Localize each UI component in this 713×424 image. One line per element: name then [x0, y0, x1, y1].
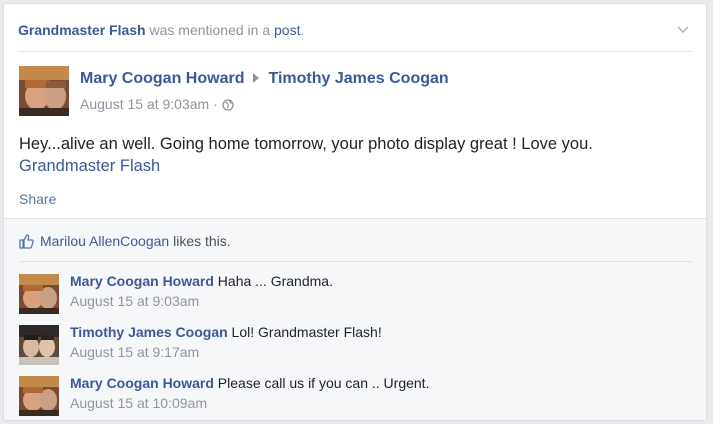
comment-text: Lol! Grandmaster Flash!	[227, 324, 382, 340]
liker-link[interactable]: Marilou AllenCoogan	[40, 233, 169, 249]
meta-dot: ·	[213, 96, 218, 112]
comment-timestamp-link[interactable]: August 15 at 9:17am	[70, 342, 382, 362]
share-link[interactable]: Share	[19, 191, 56, 207]
thumbs-up-icon	[19, 234, 34, 252]
comment-body: Mary Coogan Howard Please call us if you…	[70, 373, 429, 413]
post-author-line: Mary Coogan Howard Timothy James Coogan	[80, 70, 449, 88]
comment-text: Haha ... Grandma.	[213, 273, 333, 289]
commenter-avatar[interactable]	[19, 274, 59, 314]
globe-icon[interactable]	[222, 98, 234, 114]
story-card: Grandmaster Flash was mentioned in a pos…	[3, 3, 707, 421]
post-body: Hey...alive an well. Going home tomorrow…	[19, 133, 691, 177]
comment-text: Please call us if you can .. Urgent.	[213, 375, 430, 391]
chevron-down-icon[interactable]	[676, 15, 690, 45]
comment-item: Mary Coogan Howard Haha ... Grandma. Aug…	[19, 271, 692, 315]
story-header: Grandmaster Flash was mentioned in a pos…	[18, 15, 692, 52]
post-recipient-link[interactable]: Timothy James Coogan	[268, 70, 448, 87]
feedback-section: Marilou AllenCoogan likes this. Mary Coo…	[4, 218, 706, 420]
commenter-avatar[interactable]	[19, 325, 59, 365]
post-tag-link[interactable]: Grandmaster Flash	[19, 155, 691, 177]
author-avatar[interactable]	[19, 66, 69, 116]
comment-body: Mary Coogan Howard Haha ... Grandma. Aug…	[70, 271, 333, 311]
comment-timestamp-link[interactable]: August 15 at 10:09am	[70, 393, 429, 413]
post-author-link[interactable]: Mary Coogan Howard	[80, 70, 244, 87]
comment-timestamp-link[interactable]: August 15 at 9:03am	[70, 291, 333, 311]
mention-period: .	[300, 22, 305, 38]
comment-author-link[interactable]: Timothy James Coogan	[70, 324, 228, 340]
mentioned-name-link[interactable]: Grandmaster Flash	[18, 22, 146, 38]
commenter-avatar[interactable]	[19, 376, 59, 416]
arrow-right-icon	[252, 70, 260, 88]
comment-author-link[interactable]: Mary Coogan Howard	[70, 273, 214, 289]
mention-text: was mentioned in a	[145, 22, 275, 38]
likes-row: Marilou AllenCoogan likes this.	[19, 233, 692, 262]
likes-suffix: likes this.	[169, 233, 231, 249]
comment-author-link[interactable]: Mary Coogan Howard	[70, 375, 214, 391]
post-timestamp-link[interactable]: August 15 at 9:03am	[80, 96, 209, 112]
comment-item: Timothy James Coogan Lol! Grandmaster Fl…	[19, 322, 692, 366]
post-body-text: Hey...alive an well. Going home tomorrow…	[19, 135, 593, 153]
post-link[interactable]: post	[274, 22, 300, 38]
comment-body: Timothy James Coogan Lol! Grandmaster Fl…	[70, 322, 382, 362]
comment-item: Mary Coogan Howard Please call us if you…	[19, 373, 692, 417]
post-meta: August 15 at 9:03am ·	[80, 96, 234, 114]
